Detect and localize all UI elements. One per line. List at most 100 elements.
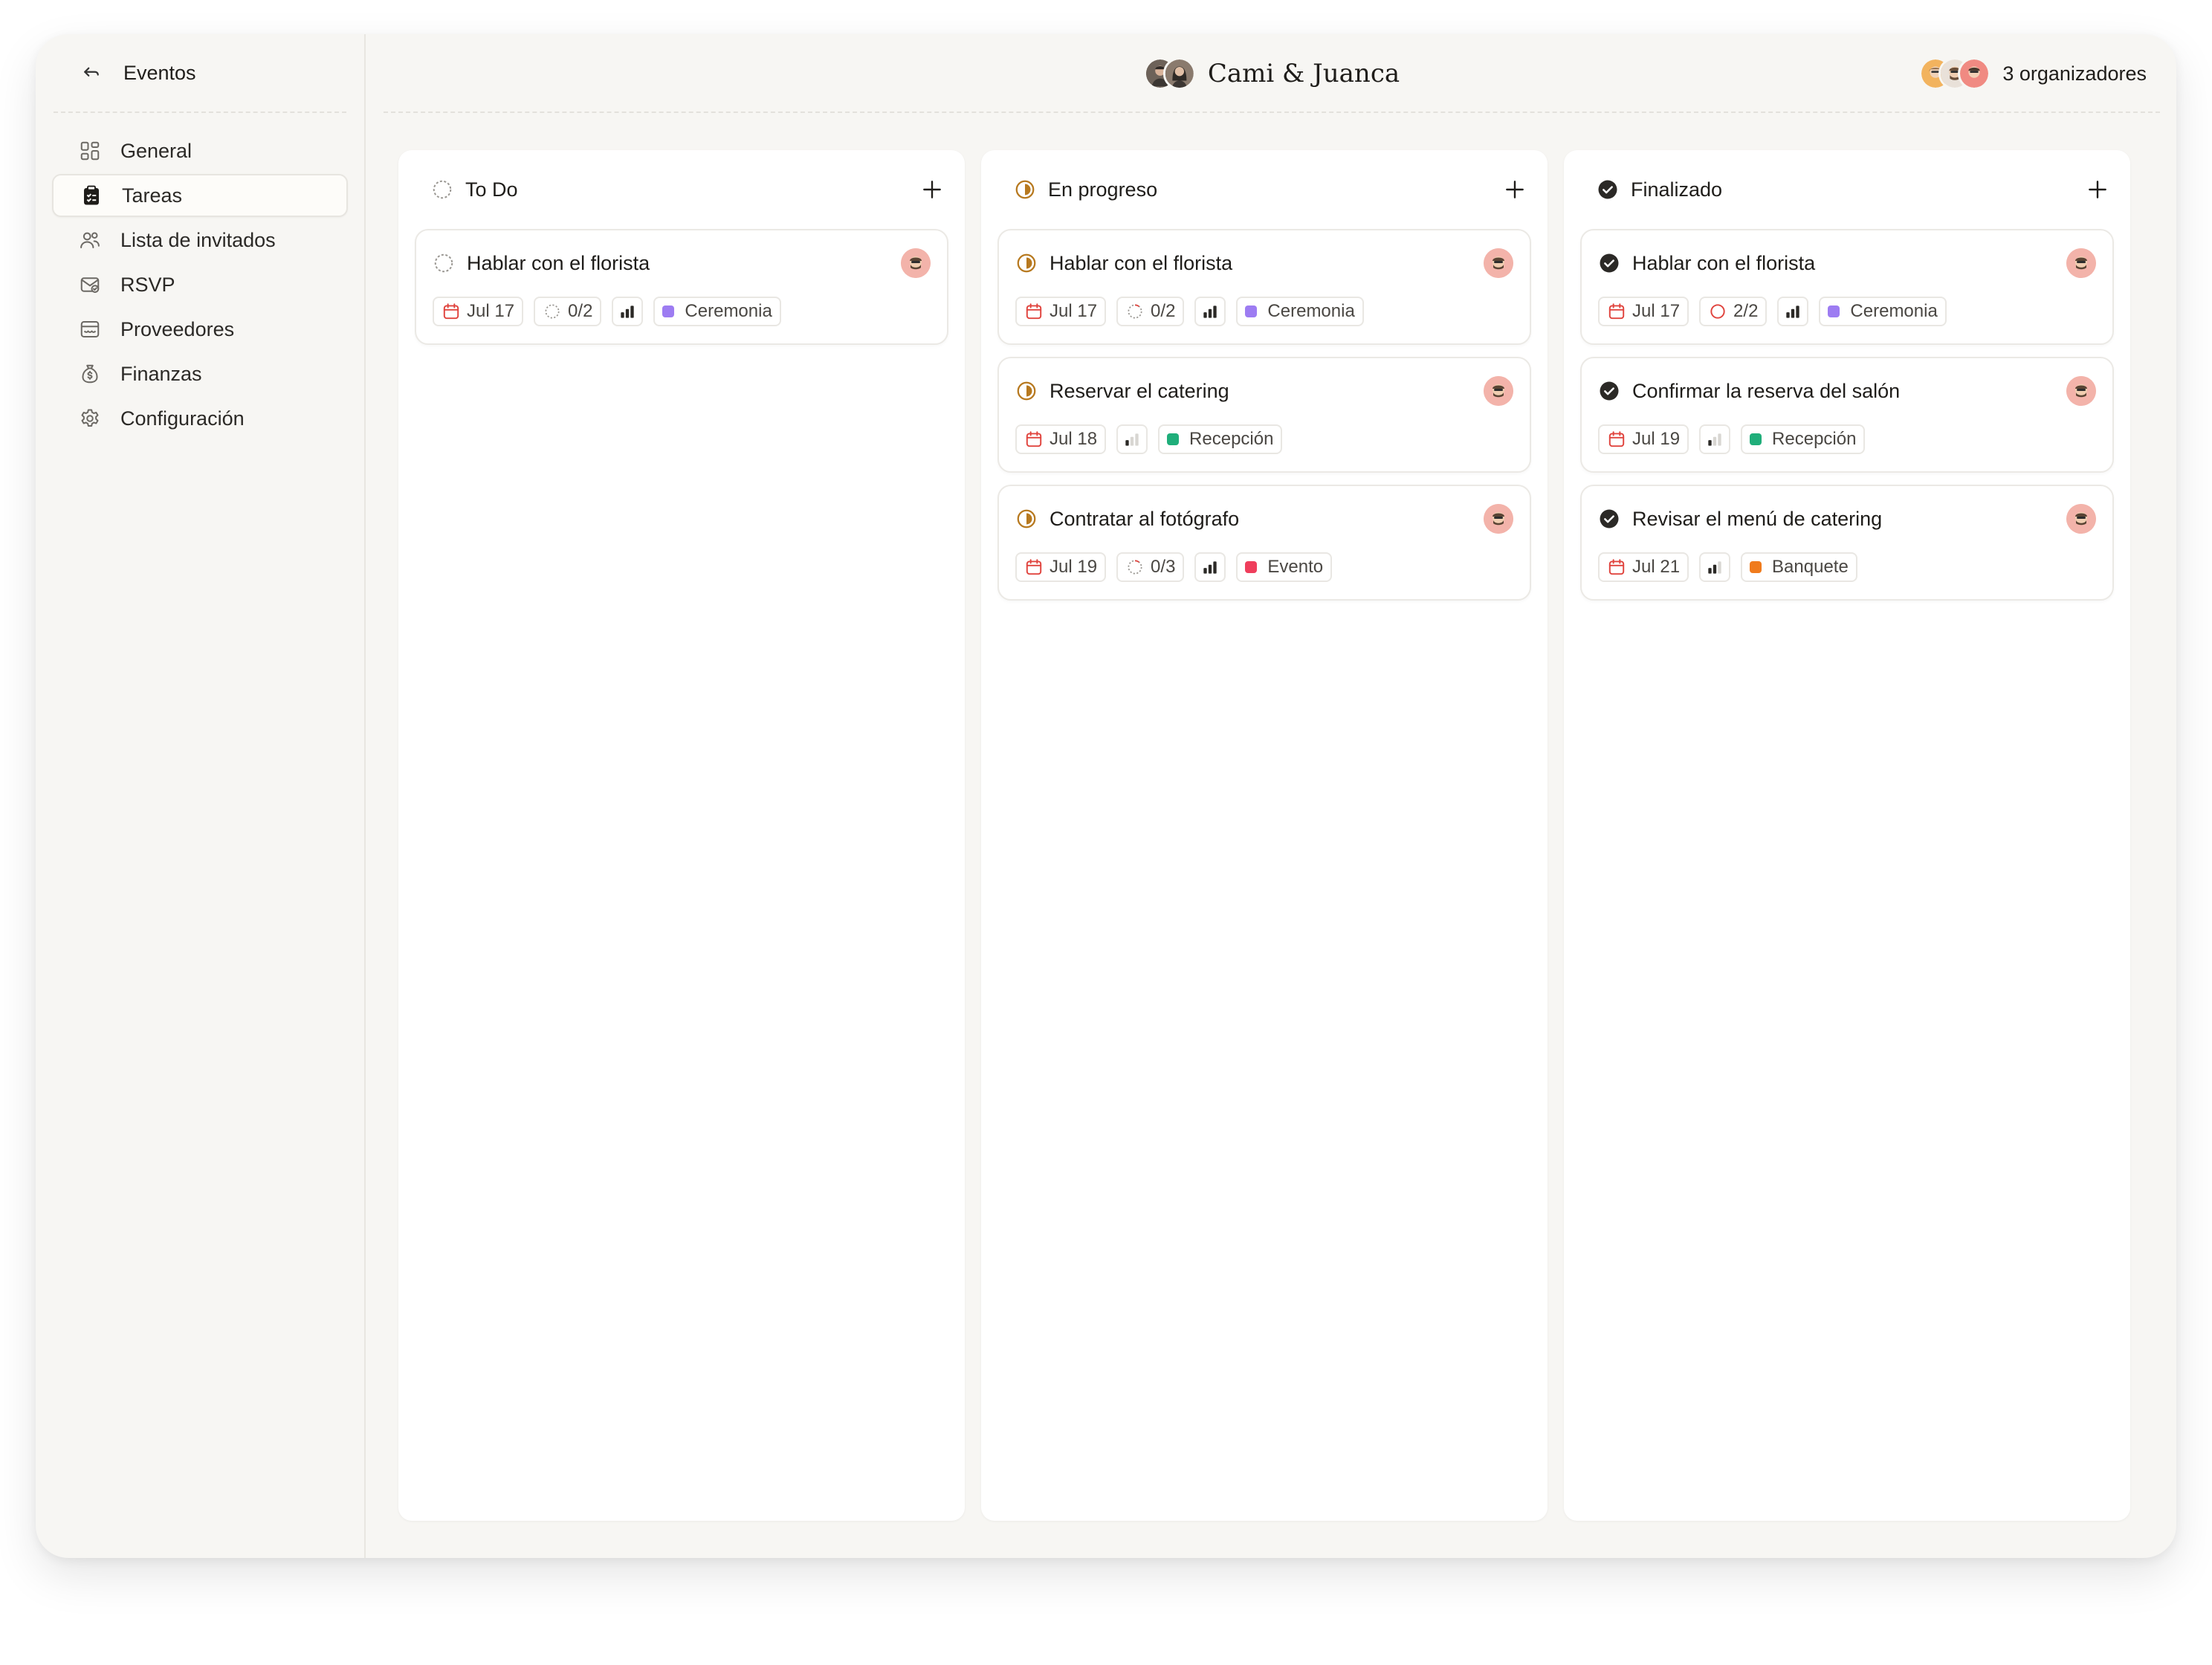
due-date-chip[interactable]: Jul 18: [1015, 424, 1107, 454]
check-circle-icon[interactable]: [1598, 252, 1620, 274]
sidebar-item-general[interactable]: General: [52, 129, 348, 172]
subtasks-count: 0/2: [1151, 301, 1176, 321]
column-todo: To Do Hablar con el florista Jul 17 0/2 …: [398, 150, 965, 1521]
return-arrow-icon: [84, 67, 99, 77]
users-icon: [80, 232, 100, 248]
app-window: Eventos General Tareas Lista de invitado…: [36, 34, 2176, 1558]
tag-label: Recepción: [1189, 429, 1274, 449]
task-card[interactable]: Hablar con el florista Jul 17 2/2 Ceremo…: [1580, 229, 2114, 345]
due-date-chip[interactable]: Jul 21: [1598, 552, 1689, 582]
subtasks-chip[interactable]: 0/2: [1116, 297, 1185, 326]
subtask-complete-icon: [1710, 304, 1725, 319]
add-task-button[interactable]: [1503, 178, 1527, 201]
calendar-icon: [443, 303, 459, 320]
sidebar-item-proveedores[interactable]: Proveedores: [52, 308, 348, 351]
tag-chip[interactable]: Recepción: [1741, 424, 1866, 454]
subtask-progress-icon: [1128, 304, 1142, 319]
priority-low-icon: [1708, 433, 1721, 446]
tag-chip[interactable]: Ceremonia: [653, 297, 781, 326]
sidebar-item-tareas[interactable]: Tareas: [52, 174, 348, 217]
column-finalizado: Finalizado Hablar con el florista Jul 17: [1564, 150, 2130, 1521]
sidebar-item-lista-de-invitados[interactable]: Lista de invitados: [52, 219, 348, 262]
priority-chip[interactable]: [1699, 424, 1731, 454]
task-card[interactable]: Hablar con el florista Jul 17 0/2 Ceremo…: [997, 229, 1531, 345]
task-card[interactable]: Confirmar la reserva del salón Jul 19 Re…: [1580, 357, 2114, 473]
tag-chip[interactable]: Ceremonia: [1236, 297, 1364, 326]
tag-chip[interactable]: Ceremonia: [1819, 297, 1947, 326]
check-circle-icon[interactable]: [1598, 380, 1620, 402]
priority-chip[interactable]: [612, 297, 644, 326]
sidebar-item-finanzas[interactable]: Finanzas: [52, 352, 348, 395]
tag-color-dot: [1245, 561, 1258, 573]
assignee-avatar[interactable]: [1484, 504, 1513, 534]
calendar-icon: [1608, 431, 1625, 447]
priority-chip[interactable]: [1194, 552, 1226, 582]
due-date-chip[interactable]: Jul 19: [1598, 424, 1689, 454]
subtask-progress-icon: [545, 304, 560, 319]
due-date: Jul 21: [1632, 557, 1681, 577]
due-date: Jul 17: [1050, 301, 1098, 321]
subtasks-chip[interactable]: 0/2: [534, 297, 602, 326]
assignee-avatar[interactable]: [1484, 248, 1513, 278]
sidebar-item-configuracion[interactable]: Configuración: [52, 397, 348, 440]
tag-chip[interactable]: Evento: [1236, 552, 1333, 582]
task-title: Hablar con el florista: [1050, 251, 1233, 274]
calendar-icon: [1026, 431, 1042, 447]
in-progress-status-icon[interactable]: [1015, 508, 1038, 530]
due-date-chip[interactable]: Jul 19: [1015, 552, 1107, 582]
sidebar-nav: General Tareas Lista de invitados RSVP P…: [52, 129, 348, 440]
calendar-icon: [1026, 303, 1042, 320]
calendar-icon: [1026, 559, 1042, 575]
task-title: Contratar al fotógrafo: [1050, 507, 1240, 530]
due-date-chip[interactable]: Jul 17: [1015, 297, 1107, 326]
add-task-button[interactable]: [920, 178, 944, 201]
organizers-button[interactable]: 3 organizadores: [1919, 34, 2147, 113]
priority-chip[interactable]: [1777, 297, 1809, 326]
event-title-group: Cami & Juanca: [1143, 34, 1400, 113]
priority-chip[interactable]: [1116, 424, 1148, 454]
due-date: Jul 18: [1050, 429, 1098, 449]
priority-high-icon: [1203, 561, 1217, 574]
in-progress-status-icon[interactable]: [1015, 252, 1038, 274]
subtasks-chip[interactable]: 2/2: [1699, 297, 1768, 326]
assignee-avatar[interactable]: [2066, 504, 2096, 534]
gear-icon: [81, 409, 99, 427]
priority-chip[interactable]: [1194, 297, 1226, 326]
tag-chip[interactable]: Recepción: [1158, 424, 1283, 454]
priority-high-icon: [1203, 305, 1217, 318]
tag-chip[interactable]: Banquete: [1741, 552, 1857, 582]
assignee-avatar[interactable]: [2066, 376, 2096, 406]
tag-color-dot: [1828, 305, 1840, 317]
mail-check-icon: [80, 277, 100, 293]
task-card[interactable]: Hablar con el florista Jul 17 0/2 Ceremo…: [415, 229, 948, 345]
subtasks-count: 2/2: [1733, 301, 1759, 321]
task-card[interactable]: Contratar al fotógrafo Jul 19 0/3 Evento: [997, 485, 1531, 601]
priority-chip[interactable]: [1699, 552, 1731, 582]
column-title: To Do: [465, 178, 518, 201]
todo-status-icon[interactable]: [433, 252, 455, 274]
tag-label: Evento: [1267, 557, 1324, 577]
task-card[interactable]: Revisar el menú de catering Jul 21 Banqu…: [1580, 485, 2114, 601]
subtask-progress-icon: [1128, 560, 1142, 575]
sidebar-item-label: Configuración: [120, 407, 245, 430]
check-circle-icon[interactable]: [1598, 508, 1620, 530]
assignee-avatar[interactable]: [2066, 248, 2096, 278]
subtasks-chip[interactable]: 0/3: [1116, 552, 1185, 582]
assignee-avatar[interactable]: [1484, 376, 1513, 406]
due-date-chip[interactable]: Jul 17: [433, 297, 524, 326]
calendar-icon: [1608, 303, 1625, 320]
in-progress-status-icon[interactable]: [1015, 380, 1038, 402]
sidebar-item-label: Tareas: [122, 184, 183, 207]
due-date-chip[interactable]: Jul 17: [1598, 297, 1689, 326]
task-title: Revisar el menú de catering: [1632, 507, 1883, 530]
couple-avatars: [1143, 57, 1196, 90]
sidebar-item-rsvp[interactable]: RSVP: [52, 263, 348, 306]
task-card[interactable]: Reservar el catering Jul 18 Recepción: [997, 357, 1531, 473]
back-to-events-link[interactable]: Eventos: [54, 34, 346, 113]
sidebar-item-label: Proveedores: [120, 317, 235, 340]
todo-status-icon: [433, 180, 452, 199]
assignee-avatar[interactable]: [901, 248, 931, 278]
add-task-button[interactable]: [2086, 178, 2109, 201]
due-date: Jul 19: [1632, 429, 1681, 449]
check-circle-icon: [1598, 180, 1617, 199]
